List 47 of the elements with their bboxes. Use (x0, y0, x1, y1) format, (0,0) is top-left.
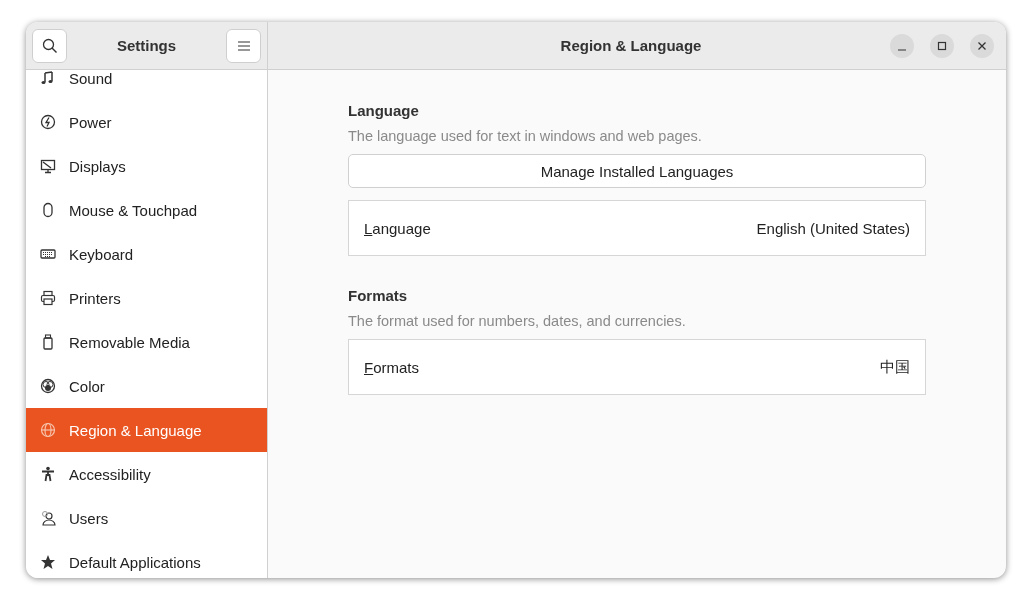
sidebar-item[interactable]: Power (26, 100, 267, 144)
section-description: The format used for numbers, dates, and currencies. (348, 313, 687, 329)
settings-row[interactable]: Formats 中国 (348, 339, 926, 395)
power-icon (40, 114, 56, 130)
sidebar-item[interactable]: Removable Media (26, 320, 267, 364)
window-title: Region & Language (559, 37, 703, 54)
row-label: Formats (364, 358, 419, 376)
search-button[interactable] (32, 28, 67, 63)
row-value: English (United States) (756, 219, 910, 237)
row-value: 中国 (880, 357, 910, 377)
manage-languages-button[interactable]: Manage Installed Languages (348, 154, 926, 188)
section-heading: Language (348, 102, 420, 119)
sidebar-item[interactable]: Keyboard (26, 232, 267, 276)
minimize-icon (898, 48, 906, 51)
star-icon (40, 554, 56, 570)
globe-icon (40, 422, 56, 438)
sidebar-title: Settings (116, 37, 177, 54)
users-icon (40, 510, 56, 526)
row-label: Language (364, 219, 431, 237)
music-note-icon (40, 70, 56, 86)
color-circles-icon (40, 378, 56, 394)
menu-button[interactable] (226, 28, 261, 63)
maximize-button[interactable] (930, 33, 954, 58)
person-icon (40, 466, 56, 482)
close-icon (977, 40, 987, 51)
mouse-icon (40, 202, 56, 218)
section-description: The language used for text in windows and web pages. (348, 128, 703, 144)
menu-icon (237, 40, 250, 51)
sidebar-item[interactable]: Region & Language (26, 408, 267, 452)
search-icon (41, 37, 58, 54)
sidebar-item[interactable]: Mouse & Touchpad (26, 188, 267, 232)
close-button[interactable] (970, 33, 994, 58)
sidebar-item[interactable]: Color (26, 364, 267, 408)
minimize-button[interactable] (890, 33, 914, 58)
keyboard-icon (40, 246, 56, 262)
sidebar-item[interactable]: Sound (26, 70, 267, 100)
sidebar-item[interactable]: Displays (26, 144, 267, 188)
printer-icon (40, 290, 56, 306)
section-heading: Formats (348, 287, 409, 304)
sidebar-item[interactable]: Default Applications (26, 540, 267, 578)
sidebar-item[interactable]: Printers (26, 276, 267, 320)
display-icon (40, 158, 56, 174)
maximize-icon (937, 40, 947, 51)
sidebar-item[interactable]: Users (26, 496, 267, 540)
settings-row[interactable]: Language English (United States) (348, 200, 926, 256)
usb-drive-icon (40, 334, 56, 350)
sidebar-item[interactable]: Accessibility (26, 452, 267, 496)
